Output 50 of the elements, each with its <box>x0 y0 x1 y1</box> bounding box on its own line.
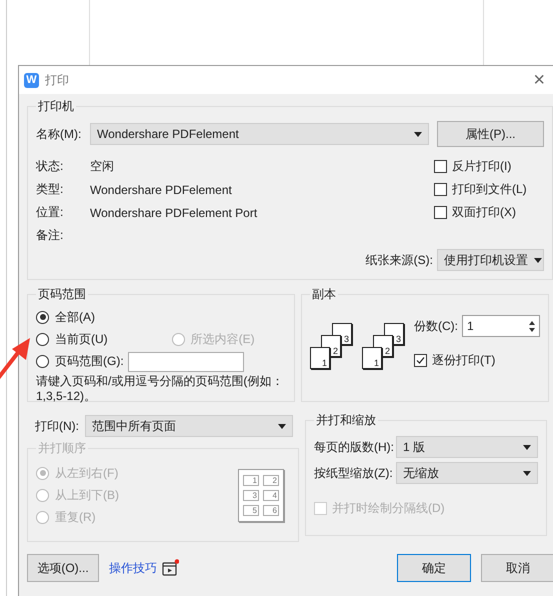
caret-icon <box>523 444 531 450</box>
zoom-dropdown[interactable]: 1 版 <box>396 436 538 458</box>
field-label: 打印(N): <box>35 418 79 434</box>
properties-button[interactable]: 属性(P)... <box>437 121 544 147</box>
info-value: 空闲 <box>90 158 114 175</box>
check-icon <box>416 356 425 365</box>
page-stack-drawing: 1 2 3 <box>310 321 354 371</box>
info-label: 类型: <box>36 181 64 198</box>
paper-source-dropdown[interactable]: 使用打印机设置 <box>437 249 544 271</box>
group-title: 页码范围 <box>37 286 87 303</box>
page-stack-drawing: 1 2 3 <box>362 321 406 371</box>
copies-spinbox[interactable]: 1 <box>462 315 540 337</box>
close-button[interactable]: × <box>529 70 549 90</box>
field-label: 按纸型缩放(Z): <box>314 464 394 482</box>
tips-link[interactable]: 操作技巧 <box>109 560 157 576</box>
info-label: 状态: <box>36 158 64 175</box>
ok-button[interactable]: 确定 <box>397 554 471 582</box>
field-label: 每页的版数(H): <box>314 438 395 456</box>
hint-text: 请键入页码和/或用逗号分隔的页码范围(例如：1,3,5-12)。 <box>36 374 284 404</box>
checkbox[interactable]: 反片打印(I) <box>434 155 544 178</box>
caret-icon <box>278 424 286 428</box>
app-logo: W <box>24 72 39 88</box>
radio-option[interactable]: 全部(A) <box>36 307 286 327</box>
checkbox[interactable]: 双面打印(X) <box>434 201 544 224</box>
field-label: 份数(C): <box>414 318 458 334</box>
zoom-dropdown[interactable]: 无缩放 <box>396 462 538 484</box>
info-label: 备注: <box>36 227 64 244</box>
radio-option[interactable]: 当前页(U) <box>36 329 124 349</box>
print-dropdown[interactable]: 范围中所有页面 <box>85 415 293 437</box>
page-range-field[interactable] <box>128 352 244 372</box>
checkbox[interactable]: 逐份打印(T) <box>414 349 540 372</box>
checkbox[interactable]: 打印到文件(L) <box>434 178 544 201</box>
group-title: 并打和缩放 <box>315 412 377 429</box>
caret-icon <box>414 132 422 136</box>
group-title: 副本 <box>311 286 337 303</box>
group-title: 并打顺序 <box>37 440 87 457</box>
field-label: 纸张来源(S): <box>366 252 433 268</box>
group-title: 打印机 <box>37 98 75 115</box>
cancel-button[interactable]: 取消 <box>481 554 553 582</box>
radio-option[interactable]: 页码范围(G): <box>36 351 124 371</box>
info-value: Wondershare PDFelement Port <box>90 206 258 220</box>
printer-dropdown[interactable]: Wondershare PDFelement <box>90 123 429 145</box>
caret-icon <box>534 258 542 262</box>
field-label: 名称(M): <box>36 126 82 142</box>
info-label: 位置: <box>36 204 64 221</box>
page-order-drawing: 1 2 3 4 5 6 <box>238 469 284 522</box>
options-button[interactable]: 选项(O)... <box>27 554 99 582</box>
info-value: Wondershare PDFelement <box>90 182 232 196</box>
caret-icon <box>523 470 531 476</box>
window-title: 打印 <box>45 72 69 88</box>
